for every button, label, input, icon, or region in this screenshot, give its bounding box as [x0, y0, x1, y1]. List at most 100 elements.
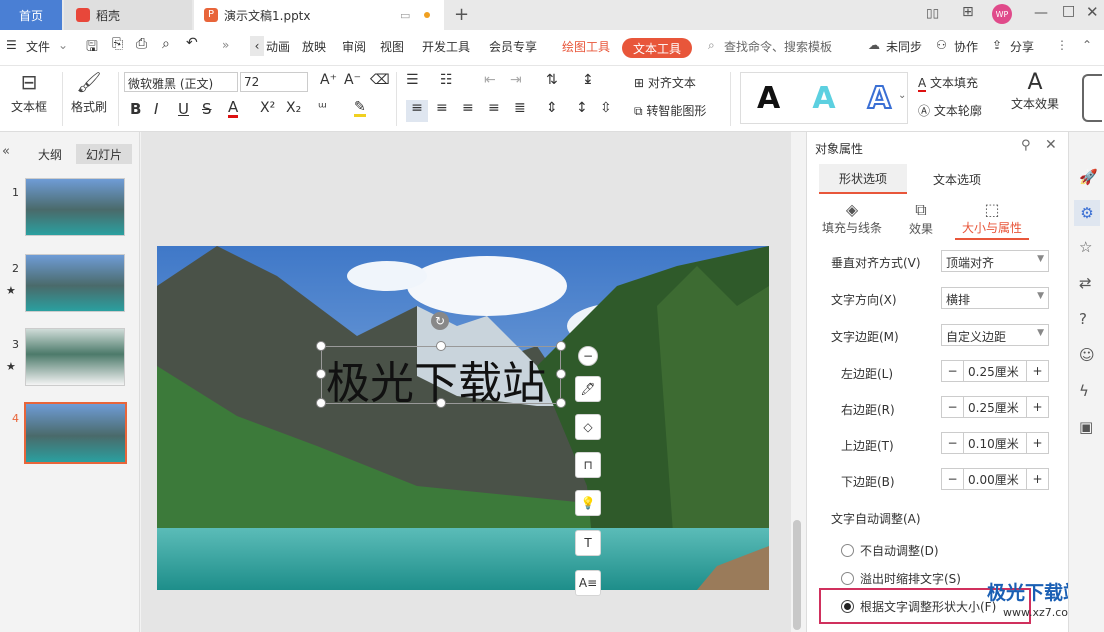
lightning-icon[interactable]: ϟ — [1079, 382, 1089, 400]
scroll-left-icon[interactable]: ‹ — [250, 36, 264, 56]
italic-icon[interactable]: I — [154, 100, 158, 118]
robot-icon[interactable]: ☺ — [1079, 346, 1095, 364]
top-margin-stepper[interactable]: − 0.10厘米 + — [941, 432, 1049, 454]
collapse-ribbon-icon[interactable]: ⌃ — [1082, 38, 1092, 52]
distribute-icon[interactable]: ≣ — [514, 100, 526, 116]
smart-shape-button[interactable]: ⧉ 转智能图形 — [634, 102, 706, 119]
new-tab-icon[interactable]: + — [454, 4, 469, 25]
resize-handle[interactable] — [436, 398, 446, 408]
increase-indent-icon[interactable]: ⇥ — [510, 72, 522, 88]
bold-icon[interactable]: B — [130, 100, 141, 118]
text-style-cyan[interactable]: A — [812, 81, 835, 116]
outline-tool-icon[interactable]: ⊓ — [575, 452, 601, 478]
decrease-font-icon[interactable]: A⁻ — [344, 72, 361, 88]
apps-grid-icon[interactable]: ⊞ — [962, 4, 974, 20]
radio-resize-shape[interactable]: 根据文字调整形状大小(F) — [841, 598, 996, 615]
hamburger-icon[interactable]: ☰ — [6, 38, 17, 52]
gallery-expand-icon[interactable]: ⌄ — [898, 90, 906, 101]
paragraph-spacing-icon[interactable]: ↕ — [576, 100, 588, 116]
tab-document[interactable]: P 演示文稿1.pptx ▭ — [194, 0, 444, 30]
resize-handle[interactable] — [316, 398, 326, 408]
text-frame-tool-icon[interactable]: T — [575, 530, 601, 556]
text-style-gallery[interactable]: A A A — [740, 72, 908, 124]
chevron-down-icon[interactable]: ⌄ — [58, 38, 68, 52]
collapse-toolbar-icon[interactable]: − — [578, 346, 598, 366]
undo-icon[interactable]: ↶ — [186, 35, 198, 51]
plus-icon[interactable]: + — [1026, 469, 1048, 489]
panel-title[interactable]: 对象属性 — [815, 140, 863, 157]
plus-icon[interactable]: + — [1026, 397, 1048, 417]
text-outline-button[interactable]: Ⓐ 文本轮廓 — [918, 102, 982, 119]
text-effect-button[interactable]: A 文本效果 — [1006, 70, 1064, 126]
menu-file[interactable]: 文件 — [26, 38, 50, 55]
resize-handle[interactable] — [436, 341, 446, 351]
font-color-icon[interactable]: A — [228, 100, 239, 118]
text-direction-select[interactable]: 横排 ▼ — [941, 287, 1049, 309]
minus-icon[interactable]: − — [942, 433, 964, 453]
left-margin-value[interactable]: 0.25厘米 — [964, 361, 1026, 381]
more-options-icon[interactable]: ⋮ — [1056, 38, 1068, 52]
column-spacing-icon[interactable]: ⇳ — [600, 100, 612, 116]
resize-handle[interactable] — [316, 341, 326, 351]
canvas-scrollbar[interactable] — [793, 520, 801, 630]
help-icon[interactable]: ? — [1079, 310, 1087, 328]
right-margin-value[interactable]: 0.25厘米 — [964, 397, 1026, 417]
text-style-black[interactable]: A — [757, 81, 780, 116]
right-margin-stepper[interactable]: − 0.25厘米 + — [941, 396, 1049, 418]
bottom-margin-value[interactable]: 0.00厘米 — [964, 469, 1026, 489]
text-style-blue-outline[interactable]: A — [867, 80, 892, 117]
minus-icon[interactable]: − — [942, 361, 964, 381]
bottom-margin-stepper[interactable]: − 0.00厘米 + — [941, 468, 1049, 490]
subtab-effect[interactable]: ⧉ 效果 — [899, 200, 943, 237]
slide-thumb-3[interactable] — [25, 328, 125, 386]
align-text-button[interactable]: ⊞ 对齐文本 — [634, 74, 696, 91]
subscript-icon[interactable]: X₂ — [286, 100, 301, 116]
bullet-list-icon[interactable]: ☰ — [406, 72, 419, 88]
resize-handle[interactable] — [316, 369, 326, 379]
search-command-input[interactable]: 查找命令、搜索模板 — [724, 38, 832, 55]
font-name-select[interactable]: 微软雅黑 (正文) — [124, 72, 238, 92]
menu-review[interactable]: 审阅 — [342, 38, 366, 55]
subtab-size-properties[interactable]: ⬚ 大小与属性 — [955, 200, 1029, 240]
highlight-icon[interactable]: ✎ — [354, 100, 366, 117]
justify-icon[interactable]: ≡ — [488, 100, 500, 116]
resize-handle[interactable] — [556, 341, 566, 351]
left-margin-stepper[interactable]: − 0.25厘米 + — [941, 360, 1049, 382]
tab-home[interactable]: 首页 — [0, 0, 62, 30]
resize-handle[interactable] — [556, 369, 566, 379]
export-icon[interactable]: ⎘ — [112, 36, 123, 52]
menu-text-tools[interactable]: 文本工具 — [622, 38, 692, 58]
format-brush-button[interactable]: 🖌 格式刷 — [66, 70, 112, 126]
top-margin-value[interactable]: 0.10厘米 — [964, 433, 1026, 453]
textbox-button[interactable]: ⊟ 文本框 — [4, 70, 54, 126]
tab-slides[interactable]: 幻灯片 — [76, 144, 132, 164]
book-icon[interactable]: ▣ — [1079, 418, 1093, 436]
superscript-icon[interactable]: X² — [260, 100, 275, 116]
radio-no-autofit[interactable]: 不自动调整(D) — [841, 542, 939, 559]
clear-format-icon[interactable]: ⌫ — [370, 72, 390, 88]
increase-font-icon[interactable]: A⁺ — [320, 72, 337, 88]
subtab-fill-line[interactable]: ◈ 填充与线条 — [819, 200, 885, 236]
resize-handle[interactable] — [556, 398, 566, 408]
slide-thumb-1[interactable] — [25, 178, 125, 236]
unsynced-button[interactable]: 未同步 — [886, 38, 922, 55]
tab-shape-options[interactable]: 形状选项 — [819, 164, 907, 194]
menu-drawing-tools[interactable]: 绘图工具 — [562, 38, 610, 55]
close-icon[interactable]: ✕ — [1086, 3, 1099, 21]
scroll-right-button[interactable] — [1082, 74, 1102, 122]
plus-icon[interactable]: + — [1026, 361, 1048, 381]
animation-icon[interactable]: ☆ — [1079, 238, 1092, 256]
plus-icon[interactable]: + — [1026, 433, 1048, 453]
tab-text-options[interactable]: 文本选项 — [917, 164, 997, 194]
properties-icon[interactable]: ⚙ — [1074, 200, 1100, 226]
selected-textbox[interactable]: 极光下载站 — [321, 346, 561, 409]
menu-devtools[interactable]: 开发工具 — [422, 38, 470, 55]
avatar[interactable]: WP — [992, 4, 1012, 24]
monitor-icon[interactable]: ▭ — [400, 9, 410, 22]
menu-animation[interactable]: 动画 — [266, 38, 290, 55]
collapse-pane-icon[interactable]: « — [2, 144, 10, 159]
close-panel-icon[interactable]: ✕ — [1045, 137, 1057, 153]
maximize-icon[interactable]: □ — [1062, 3, 1075, 19]
pen-tool-icon[interactable]: 🖊 — [575, 376, 601, 402]
tab-outline[interactable]: 大纲 — [38, 146, 62, 163]
